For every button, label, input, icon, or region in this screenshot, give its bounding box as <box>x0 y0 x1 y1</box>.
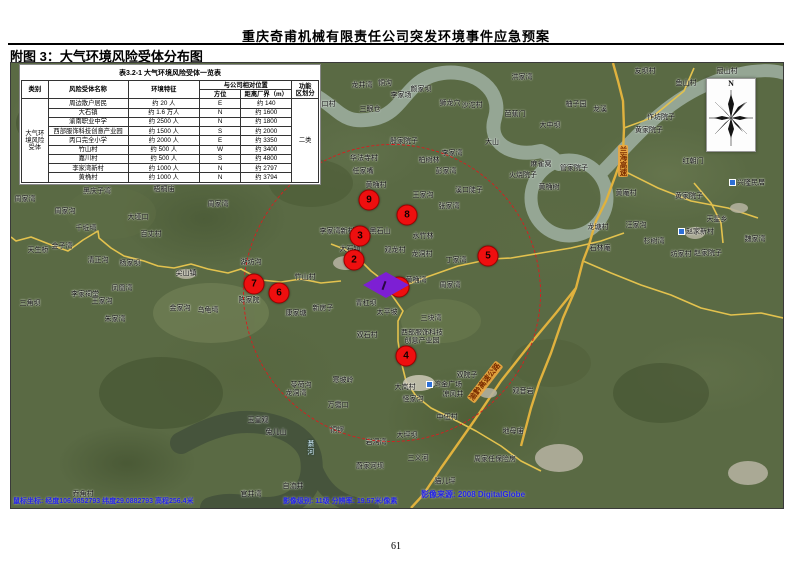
cell-direction: E <box>200 136 241 145</box>
cell-name: 大石镇 <box>48 108 128 117</box>
cell-feature: 约 1000 人 <box>128 173 200 182</box>
cell-distance: 约 1800 <box>241 117 292 126</box>
receptor-marker-3: 3 <box>350 226 371 247</box>
table-row: 大气环境风险受体周边散户居民约 20 人E约 140二类 <box>22 99 319 108</box>
cell-name: 西部服饰科技创意产业园 <box>48 127 128 136</box>
receptor-marker-2: 2 <box>344 250 365 271</box>
zone-cell: 二类 <box>292 99 319 182</box>
cell-direction: W <box>200 145 241 154</box>
category-cell: 大气环境风险受体 <box>22 99 49 182</box>
table-row: 大石镇约 1.6 万人N约 1600 <box>22 108 319 117</box>
cell-direction: S <box>200 154 241 163</box>
cell-direction: N <box>200 108 241 117</box>
cell-feature: 约 1500 人 <box>128 127 200 136</box>
cell-name: 黄桷村 <box>48 173 128 182</box>
table-row: 竹山村约 500 人W约 3400 <box>22 145 319 154</box>
cell-distance: 约 3400 <box>241 145 292 154</box>
expressway-label: 兰海高速 <box>618 145 628 177</box>
col-header-feature: 环境特征 <box>128 81 200 99</box>
cell-direction: N <box>200 173 241 182</box>
cell-feature: 约 2000 人 <box>128 136 200 145</box>
receptor-marker-6: 6 <box>269 283 290 304</box>
header-rule <box>8 43 784 45</box>
table-row: 渝南职业中学约 2500 人N约 1800 <box>22 117 319 126</box>
table-row: 黄桷村约 1000 人N约 3794 <box>22 173 319 182</box>
col-header-direction: 方位 <box>200 90 241 99</box>
cell-direction: N <box>200 164 241 173</box>
cell-name: 李家湾新村 <box>48 164 128 173</box>
receptor-marker-9: 9 <box>359 190 380 211</box>
receptor-marker-5: 5 <box>478 246 499 267</box>
north-label: N <box>707 79 755 88</box>
cell-distance: 约 2797 <box>241 164 292 173</box>
cell-distance: 约 140 <box>241 99 292 108</box>
cell-feature: 约 500 人 <box>128 154 200 163</box>
cell-direction: N <box>200 117 241 126</box>
cell-name: 周边散户居民 <box>48 99 128 108</box>
mouse-coordinates-text: 鼠标坐标: 经度106.0852793 纬度29.0882793 高程256.4… <box>13 496 194 506</box>
cell-direction: E <box>200 99 241 108</box>
receptor-table: 类别 风险受体名称 环境特征 与公司相对位置 功能 区划分 方位 距离厂界（m）… <box>21 80 319 183</box>
cell-distance: 约 3794 <box>241 173 292 182</box>
wind-rose: N <box>706 78 756 152</box>
receptor-marker-7: 7 <box>244 274 265 295</box>
col-header-name: 风险受体名称 <box>48 81 128 99</box>
wind-rose-glyph <box>707 88 755 150</box>
cell-name: 竹山村 <box>48 145 128 154</box>
receptor-marker-4: 4 <box>396 346 417 367</box>
imagery-level-text: 影像级别: 11级 分辨率: 19.57米/像素 <box>283 496 397 506</box>
cell-feature: 约 1000 人 <box>128 164 200 173</box>
col-header-distance: 距离厂界（m） <box>241 90 292 99</box>
cell-distance: 约 1600 <box>241 108 292 117</box>
cell-name: 渝南职业中学 <box>48 117 128 126</box>
table-row: 嘉川村约 500 人S约 4800 <box>22 154 319 163</box>
cell-name: 丙口完全小学 <box>48 136 128 145</box>
document-page: 重庆奇甫机械有限责任公司突发环境事件应急预案 附图 3：大气环境风险受体分布图 <box>0 0 792 575</box>
table-row: 丙口完全小学约 2000 人E约 3350 <box>22 136 319 145</box>
cell-feature: 约 2500 人 <box>128 117 200 126</box>
col-header-category: 类别 <box>22 81 49 99</box>
col-header-zone: 功能 区划分 <box>292 81 319 99</box>
cell-name: 嘉川村 <box>48 154 128 163</box>
imagery-source-text: 影像来源: 2008 DigitalGlobe <box>421 489 525 500</box>
cell-feature: 约 1.6 万人 <box>128 108 200 117</box>
cell-feature: 约 500 人 <box>128 145 200 154</box>
page-number: 61 <box>0 541 792 552</box>
cell-distance: 约 4800 <box>241 154 292 163</box>
col-header-position: 与公司相对位置 <box>200 81 292 90</box>
cell-direction: S <box>200 127 241 136</box>
map-canvas: 龙井湾铜沟颜家坝李家场窝口村三眼仓狮龙穴沙沱村洪家湾芭蕉门大中坝大山殷家院子李家… <box>10 62 784 509</box>
table-title: 表3.2-1 大气环境风险受体一览表 <box>21 68 319 78</box>
cell-distance: 约 2000 <box>241 127 292 136</box>
cell-feature: 约 20 人 <box>128 99 200 108</box>
receptor-table-panel: 表3.2-1 大气环境风险受体一览表 类别 风险受体名称 环境特征 与公司相对位… <box>19 64 321 185</box>
table-row: 西部服饰科技创意产业园约 1500 人S约 2000 <box>22 127 319 136</box>
table-row: 李家湾新村约 1000 人N约 2797 <box>22 164 319 173</box>
cell-distance: 约 3350 <box>241 136 292 145</box>
receptor-table-body: 大气环境风险受体周边散户居民约 20 人E约 140二类大石镇约 1.6 万人N… <box>22 99 319 182</box>
receptor-marker-8: 8 <box>397 205 418 226</box>
